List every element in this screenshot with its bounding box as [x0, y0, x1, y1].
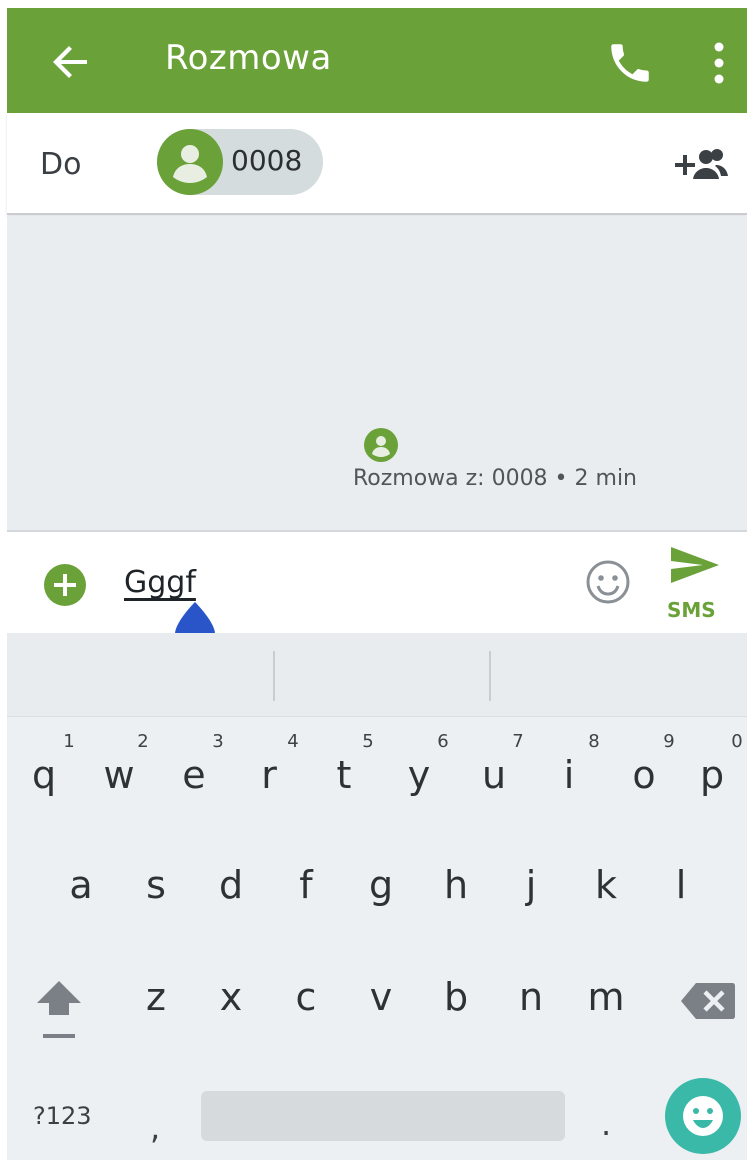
- conversation-area: Rozmowa z: 0008 • 2 min: [7, 216, 747, 532]
- emoji-icon[interactable]: [585, 559, 631, 605]
- key-i[interactable]: i: [534, 753, 604, 797]
- send-button-label[interactable]: SMS: [667, 598, 716, 622]
- key-e[interactable]: e: [159, 753, 229, 797]
- key-u[interactable]: u: [459, 753, 529, 797]
- key-f[interactable]: f: [271, 863, 341, 907]
- conversation-meta: Rozmowa z: 0008 • 2 min: [352, 466, 637, 491]
- contact-avatar-icon: [364, 428, 398, 462]
- key-hint: 4: [287, 731, 299, 752]
- recipient-chip[interactable]: 0008: [157, 129, 323, 195]
- suggestion-strip: [7, 633, 747, 717]
- key-j[interactable]: j: [496, 863, 566, 907]
- key-k[interactable]: k: [571, 863, 641, 907]
- key-x[interactable]: x: [196, 975, 266, 1019]
- key-s[interactable]: s: [121, 863, 191, 907]
- compose-bar: Gggf SMS: [7, 533, 747, 633]
- phone-icon[interactable]: [605, 38, 655, 88]
- emoji-keyboard-icon[interactable]: [665, 1078, 741, 1154]
- key-h[interactable]: h: [421, 863, 491, 907]
- key-v[interactable]: v: [346, 975, 416, 1019]
- recipient-row: Do 0008: [7, 113, 747, 215]
- key-hint: 7: [512, 731, 524, 752]
- key-hint: 1: [63, 731, 75, 752]
- key-n[interactable]: n: [496, 975, 566, 1019]
- more-vert-icon[interactable]: [702, 38, 736, 88]
- key-t[interactable]: t: [309, 753, 379, 797]
- key-hint: 8: [588, 731, 600, 752]
- key-a[interactable]: a: [46, 863, 116, 907]
- symbols-key[interactable]: ?123: [33, 1102, 92, 1130]
- shift-icon[interactable]: [33, 979, 85, 1045]
- key-y[interactable]: y: [384, 753, 454, 797]
- key-c[interactable]: c: [271, 975, 341, 1019]
- key-d[interactable]: d: [196, 863, 266, 907]
- key-g[interactable]: g: [346, 863, 416, 907]
- send-icon[interactable]: [669, 545, 721, 585]
- key-hint: 2: [137, 731, 149, 752]
- key-l[interactable]: l: [646, 863, 716, 907]
- key-hint: 6: [437, 731, 449, 752]
- period-key[interactable]: .: [601, 1105, 611, 1143]
- comma-key[interactable]: ,: [150, 1109, 160, 1147]
- plus-circle-icon[interactable]: [43, 563, 87, 607]
- suggestion-divider: [273, 651, 275, 701]
- keyboard: 1 2 3 4 5 6 7 8 9 0 q w e r t y u i o p …: [7, 717, 747, 1160]
- key-p[interactable]: p: [677, 753, 747, 797]
- key-w[interactable]: w: [84, 753, 154, 797]
- key-z[interactable]: z: [121, 975, 191, 1019]
- contact-avatar-icon: [157, 129, 223, 195]
- backspace-icon[interactable]: [680, 981, 736, 1021]
- key-m[interactable]: m: [571, 975, 641, 1019]
- message-input[interactable]: Gggf: [124, 565, 196, 600]
- suggestion-divider: [489, 651, 491, 701]
- add-person-icon[interactable]: [671, 145, 729, 185]
- page-title: Rozmowa: [165, 38, 332, 78]
- app-bar: Rozmowa: [7, 8, 747, 113]
- key-hint: 5: [362, 731, 374, 752]
- key-hint: 9: [663, 731, 675, 752]
- back-arrow-icon[interactable]: [47, 38, 95, 86]
- key-hint: 0: [731, 731, 743, 752]
- key-o[interactable]: o: [609, 753, 679, 797]
- key-b[interactable]: b: [421, 975, 491, 1019]
- key-q[interactable]: q: [9, 753, 79, 797]
- recipient-number: 0008: [231, 144, 303, 177]
- to-label: Do: [40, 147, 82, 182]
- key-hint: 3: [212, 731, 224, 752]
- key-r[interactable]: r: [234, 753, 304, 797]
- space-bar[interactable]: [201, 1091, 565, 1141]
